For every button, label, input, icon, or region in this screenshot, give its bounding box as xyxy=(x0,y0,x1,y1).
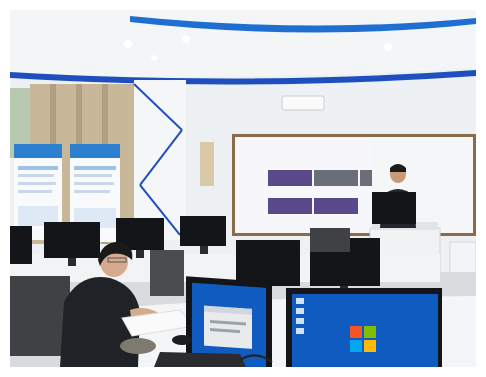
photo xyxy=(10,10,476,367)
lectern-monitor xyxy=(372,192,416,224)
ceiling-light xyxy=(182,35,190,43)
mouse xyxy=(172,335,192,345)
ceiling xyxy=(10,10,476,77)
chair xyxy=(310,228,350,252)
projector xyxy=(281,95,325,111)
ceiling-light xyxy=(384,43,392,51)
classroom-scene xyxy=(10,10,476,367)
projection-tile xyxy=(314,198,358,214)
ceiling-light xyxy=(151,55,157,61)
keyboard xyxy=(154,352,246,367)
pencil-case xyxy=(120,338,156,354)
projection-tile xyxy=(268,170,312,186)
chair xyxy=(150,250,184,296)
projection-tile xyxy=(360,170,372,186)
wall-sign xyxy=(200,142,214,186)
monitor-front-right xyxy=(286,288,442,367)
projection-tile xyxy=(268,198,312,214)
ceiling-light xyxy=(124,40,132,48)
chair xyxy=(10,276,70,356)
projection-tile xyxy=(314,170,358,186)
